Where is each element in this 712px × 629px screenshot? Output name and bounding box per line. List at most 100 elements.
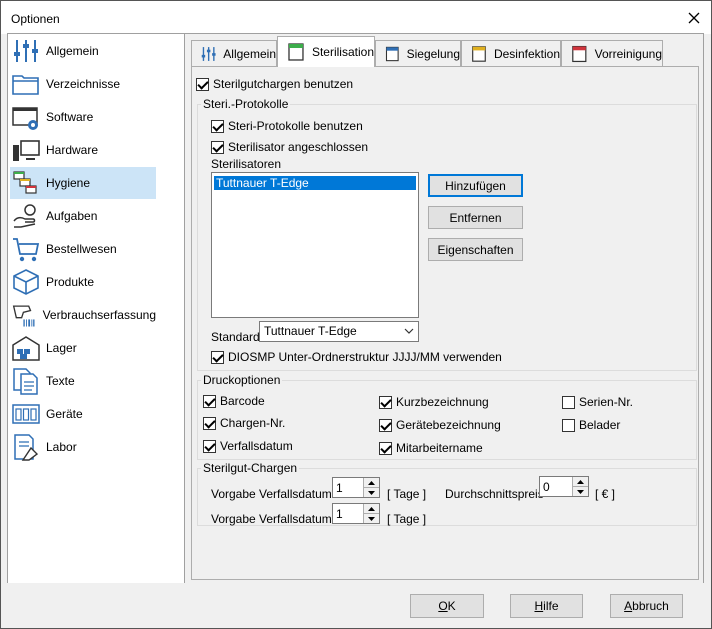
checkbox-box — [211, 119, 224, 133]
sidebar-item-geraete[interactable]: Geräte — [10, 398, 156, 430]
checkbox-box — [211, 140, 224, 154]
checkbox-box — [196, 77, 209, 91]
box-icon — [13, 269, 39, 295]
tab-label: Sterilisation — [311, 45, 374, 59]
device-name-checkbox[interactable]: Gerätebezeichnung — [379, 418, 501, 432]
expiry1-spinner[interactable]: 1 — [332, 477, 380, 498]
sidebar-item-label: Lager — [46, 341, 77, 355]
avg-price-unit: [ € ] — [595, 487, 616, 501]
triangle-up-icon — [577, 479, 584, 484]
sidebar-item-label: Verbrauchserfassung — [42, 308, 156, 322]
tab-label: Siegelung — [406, 46, 460, 61]
sidebar-item-label: Aufgaben — [46, 209, 98, 223]
tab-label: Allgemein — [223, 46, 276, 61]
spin-up-button[interactable] — [363, 478, 379, 488]
checkbox-label: Mitarbeitername — [396, 441, 483, 455]
sterilizer-connected-checkbox[interactable]: Sterilisator angeschlossen — [211, 140, 368, 154]
sidebar-item-software[interactable]: Software — [10, 101, 156, 133]
triangle-up-icon — [368, 480, 375, 485]
sidebar-item-hygiene[interactable]: Hygiene — [10, 167, 156, 199]
sterilisation-icon — [288, 43, 304, 61]
expiry2-value: 1 — [336, 507, 343, 521]
standard-select[interactable]: Tuttnauer T-Edge — [259, 321, 419, 342]
sidebar-item-label: Verzeichnisse — [46, 77, 121, 91]
standard-value: Tuttnauer T-Edge — [264, 324, 357, 338]
dialog-footer: OK Hilfe Abbruch — [1, 583, 711, 628]
employee-name-checkbox[interactable]: Mitarbeitername — [379, 441, 483, 455]
options-dialog: Optionen Allgemein Verzeichnisse Softwar… — [0, 0, 712, 629]
sidebar-item-lager[interactable]: Lager — [10, 332, 156, 364]
sidebar-item-allgemein[interactable]: Allgemein — [10, 35, 156, 67]
ok-button[interactable]: OK — [410, 594, 484, 618]
sidebar-item-bestellwesen[interactable]: Bestellwesen — [10, 233, 156, 265]
checkbox-box — [211, 350, 224, 364]
expiry2-spinner[interactable]: 1 — [332, 503, 380, 524]
sidebar-item-labor[interactable]: Labor — [10, 431, 156, 463]
chevron-down-icon — [404, 328, 414, 334]
spin-down-button[interactable] — [363, 514, 379, 523]
use-batches-checkbox[interactable]: Sterilgutchargen benutzen — [196, 77, 353, 91]
checkbox-label: Kurzbezeichnung — [396, 395, 489, 409]
close-icon — [688, 12, 700, 23]
spin-up-button[interactable] — [363, 504, 379, 514]
tab-label: Vorreinigung — [594, 46, 662, 61]
checkbox-label: Gerätebezeichnung — [396, 418, 501, 432]
documents-icon — [13, 368, 38, 395]
triangle-down-icon — [368, 490, 375, 495]
sidebar-item-produkte[interactable]: Produkte — [10, 266, 156, 298]
tab-desinfektion[interactable]: Desinfektion — [461, 40, 561, 66]
sidebar-item-texte[interactable]: Texte — [10, 365, 156, 397]
sterilizers-label: Sterilisatoren — [211, 157, 282, 171]
spin-down-button[interactable] — [572, 487, 588, 496]
sealing-icon — [385, 46, 399, 61]
serial-no-checkbox[interactable]: Serien-Nr. — [562, 395, 633, 409]
avg-price-label: Durchschnittspreis — [445, 487, 544, 501]
cancel-button[interactable]: Abbruch — [610, 594, 683, 618]
tab-siegelung[interactable]: Siegelung — [375, 40, 461, 66]
expiry2-label: Vorgabe Verfallsdatum 2 — [211, 512, 342, 526]
warehouse-icon — [12, 336, 40, 361]
avg-price-spinner[interactable]: 0 — [539, 476, 589, 497]
ok-label-rest: K — [447, 599, 456, 613]
tab-sterilisation[interactable]: Sterilisation — [277, 36, 375, 67]
checkbox-label: Barcode — [220, 394, 265, 408]
sidebar-item-hardware[interactable]: Hardware — [10, 134, 156, 166]
checkbox-box — [203, 439, 216, 453]
lab-icon — [14, 434, 39, 461]
use-protocols-checkbox[interactable]: Steri-Protokolle benutzen — [211, 119, 363, 133]
close-button[interactable] — [677, 1, 711, 34]
sidebar-item-label: Produkte — [46, 275, 95, 289]
cancel-label-rest: bbruch — [632, 599, 669, 613]
batch-no-checkbox[interactable]: Chargen-Nr. — [203, 416, 285, 430]
remove-sterilizer-button[interactable]: Entfernen — [428, 206, 523, 229]
checkbox-label: DIOSMP Unter-Ordnerstruktur JJJJ/MM verw… — [228, 350, 502, 364]
tab-allgemein[interactable]: Allgemein — [191, 40, 277, 66]
sterilizers-list[interactable]: Tuttnauer T-Edge — [211, 172, 419, 318]
sliders-icon — [201, 46, 216, 61]
sidebar-item-label: Texte — [46, 374, 75, 388]
sidebar-item-verbrauchserfassung[interactable]: Verbrauchserfassung — [10, 299, 156, 331]
sidebar-item-verzeichnisse[interactable]: Verzeichnisse — [10, 68, 156, 100]
checkbox-label: Sterilisator angeschlossen — [228, 140, 369, 154]
short-name-checkbox[interactable]: Kurzbezeichnung — [379, 395, 489, 409]
diosmp-checkbox[interactable]: DIOSMP Unter-Ordnerstruktur JJJJ/MM verw… — [211, 350, 502, 364]
expiry-date-checkbox[interactable]: Verfallsdatum — [203, 439, 293, 453]
tab-vorreinigung[interactable]: Vorreinigung — [561, 40, 663, 66]
checkbox-box — [379, 395, 392, 409]
spin-up-button[interactable] — [572, 477, 588, 487]
loader-checkbox[interactable]: Belader — [562, 418, 620, 432]
expiry1-label: Vorgabe Verfallsdatum 1 — [211, 487, 342, 501]
sterilizer-properties-button[interactable]: Eigenschaften — [428, 238, 523, 261]
list-item[interactable]: Tuttnauer T-Edge — [214, 176, 416, 190]
disinfection-icon — [472, 45, 486, 62]
add-sterilizer-button[interactable]: Hinzufügen — [428, 174, 523, 197]
checkbox-box — [562, 418, 575, 432]
barcode-scanner-icon — [12, 305, 35, 327]
tab-label: Desinfektion — [493, 46, 560, 61]
cart-icon — [13, 238, 40, 262]
sidebar-item-aufgaben[interactable]: Aufgaben — [10, 200, 156, 232]
help-accel: H — [534, 599, 544, 613]
help-button[interactable]: Hilfe — [510, 594, 583, 618]
barcode-checkbox[interactable]: Barcode — [203, 394, 265, 408]
spin-down-button[interactable] — [363, 488, 379, 497]
